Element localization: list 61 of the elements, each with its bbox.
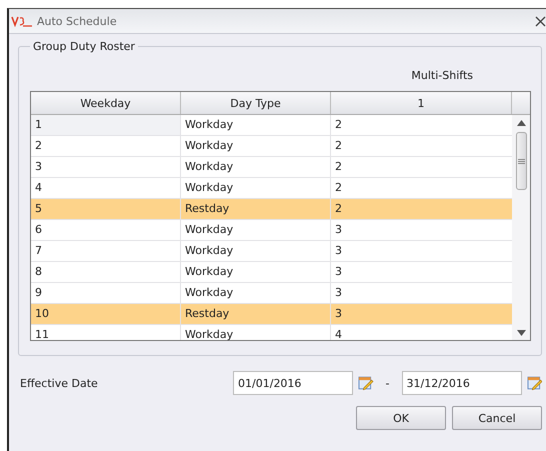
table-cell: 6 <box>31 220 181 240</box>
table-cell: 7 <box>31 241 181 261</box>
table-cell: 8 <box>31 262 181 282</box>
table-cell-text: 2 <box>334 117 343 133</box>
table-cell: Workday <box>181 241 331 261</box>
table-row[interactable]: 2 Workday 2 <box>31 136 512 157</box>
table-row[interactable]: 6 Workday 3 <box>31 220 512 241</box>
table-row[interactable]: 7 Workday 3 <box>31 241 512 262</box>
table-cell: Workday <box>181 220 331 240</box>
table-cell: Restday <box>181 199 331 219</box>
table-cell-text: 2 <box>334 180 343 196</box>
table-row[interactable]: 5 Restday 2 <box>31 199 512 220</box>
table-cell-text: 2 <box>334 201 343 217</box>
close-icon[interactable] <box>535 16 546 26</box>
table-row[interactable]: 8 Workday 3 <box>31 262 512 283</box>
table-cell: Workday <box>181 157 331 177</box>
band-header: Multi-Shifts <box>411 69 473 84</box>
app-logo-icon <box>11 15 33 27</box>
scrollbar[interactable] <box>512 115 530 340</box>
table-cell: 9 <box>31 283 181 303</box>
table-cell-text: 3 <box>334 243 343 259</box>
calendar-icon[interactable] <box>526 375 542 391</box>
table-cell-text: 3 <box>334 285 343 301</box>
table-cell-text: 3 <box>334 264 343 280</box>
table-row[interactable]: 10 Restday 3 <box>31 304 512 325</box>
date-field[interactable]: 31/12/2016 <box>402 371 522 395</box>
field-label: Effective Date <box>19 376 99 390</box>
scroll-thumb[interactable] <box>516 132 526 190</box>
column-header[interactable]: Day Type <box>181 92 331 114</box>
group-title: Group Duty Roster <box>32 40 136 53</box>
table-cell: 10 <box>31 304 181 324</box>
table-cell: Workday <box>181 115 331 135</box>
dialog-button[interactable]: Cancel <box>452 406 542 430</box>
table-cell-text: 3 <box>334 222 343 238</box>
table-cell: 2 <box>31 136 181 156</box>
table-cell: Workday <box>181 178 331 198</box>
table-cell: 11 <box>31 325 181 340</box>
table-cell: 3 <box>31 157 181 177</box>
table-cell: 1 <box>31 115 181 135</box>
scroll-down-icon[interactable] <box>516 330 526 336</box>
table-cell-text: 3 <box>334 306 343 322</box>
table-cell: Workday <box>181 283 331 303</box>
column-header[interactable]: Weekday <box>31 92 181 114</box>
table-cell-text: 4 <box>334 327 343 340</box>
scroll-up-icon[interactable] <box>516 120 526 126</box>
table-cell: 4 <box>31 178 181 198</box>
date-field[interactable]: 01/01/2016 <box>233 371 354 395</box>
table-cell: Workday <box>181 262 331 282</box>
table-cell: Workday <box>181 325 331 340</box>
dialog-button[interactable]: OK <box>356 406 446 430</box>
column-header[interactable]: 1 <box>331 92 512 114</box>
table-cell-text: 2 <box>334 159 343 175</box>
table-cell-text: 2 <box>334 138 343 154</box>
table-cell: Restday <box>181 304 331 324</box>
calendar-icon[interactable] <box>358 375 374 391</box>
table-cell: Workday <box>181 136 331 156</box>
table-row[interactable]: 3 Workday 2 <box>31 157 512 178</box>
range-separator: - <box>386 376 390 390</box>
window-title: Auto Schedule <box>37 14 117 28</box>
table-row[interactable]: 1 Workday 2 <box>31 115 512 136</box>
table-cell: 5 <box>31 199 181 219</box>
